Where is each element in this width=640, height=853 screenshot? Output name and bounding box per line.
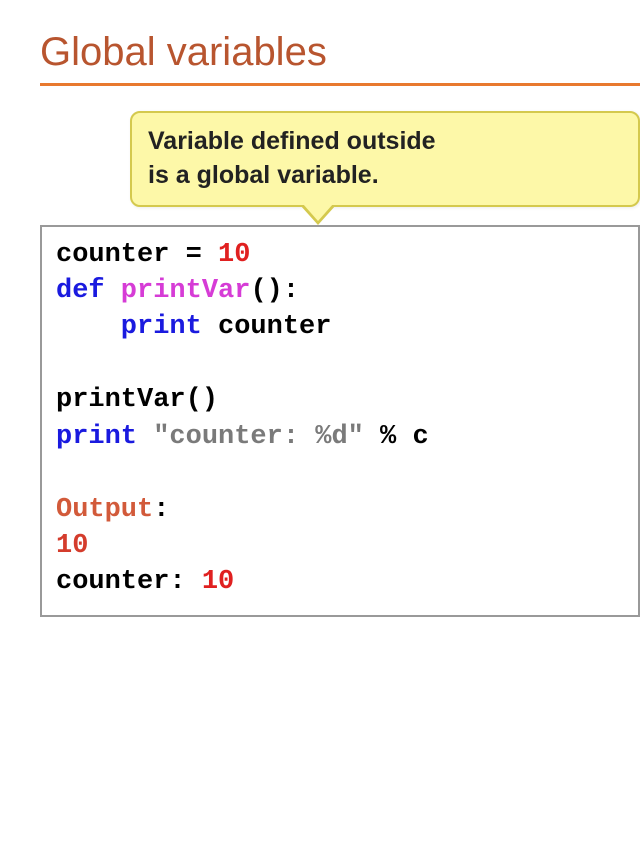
code-keyword-print2: print — [56, 422, 137, 452]
code-func-name: printVar — [105, 276, 251, 306]
code-operator: % — [364, 422, 413, 452]
code-parens: (): — [250, 276, 299, 306]
code-string: "counter: %d" — [137, 422, 364, 452]
code-var: counter — [202, 312, 332, 342]
callout-line-1: Variable defined outside — [148, 127, 436, 155]
callout-tail-icon — [300, 205, 336, 225]
code-keyword-def: def — [56, 276, 105, 306]
code-literal: 10 — [218, 240, 250, 270]
output-line-2-prefix: counter: — [56, 567, 202, 597]
code-var-cut: c — [412, 422, 428, 452]
output-line-1: 10 — [56, 531, 88, 561]
code-keyword-print: print — [56, 312, 202, 342]
title-rule — [40, 83, 640, 86]
callout-line-2: is a global variable. — [148, 161, 379, 189]
callout-content: Variable defined outside is a global var… — [130, 111, 640, 207]
callout-box: Variable defined outside is a global var… — [130, 111, 640, 207]
code-box: counter = 10 def printVar(): print count… — [40, 225, 640, 617]
output-label: Output — [56, 495, 153, 525]
slide: Global variables Variable defined outsid… — [0, 0, 640, 617]
code-call: printVar() — [56, 385, 218, 415]
slide-title: Global variables — [40, 30, 640, 75]
output-colon: : — [153, 495, 169, 525]
output-line-2-val: 10 — [202, 567, 234, 597]
code-assign: counter = — [56, 240, 218, 270]
